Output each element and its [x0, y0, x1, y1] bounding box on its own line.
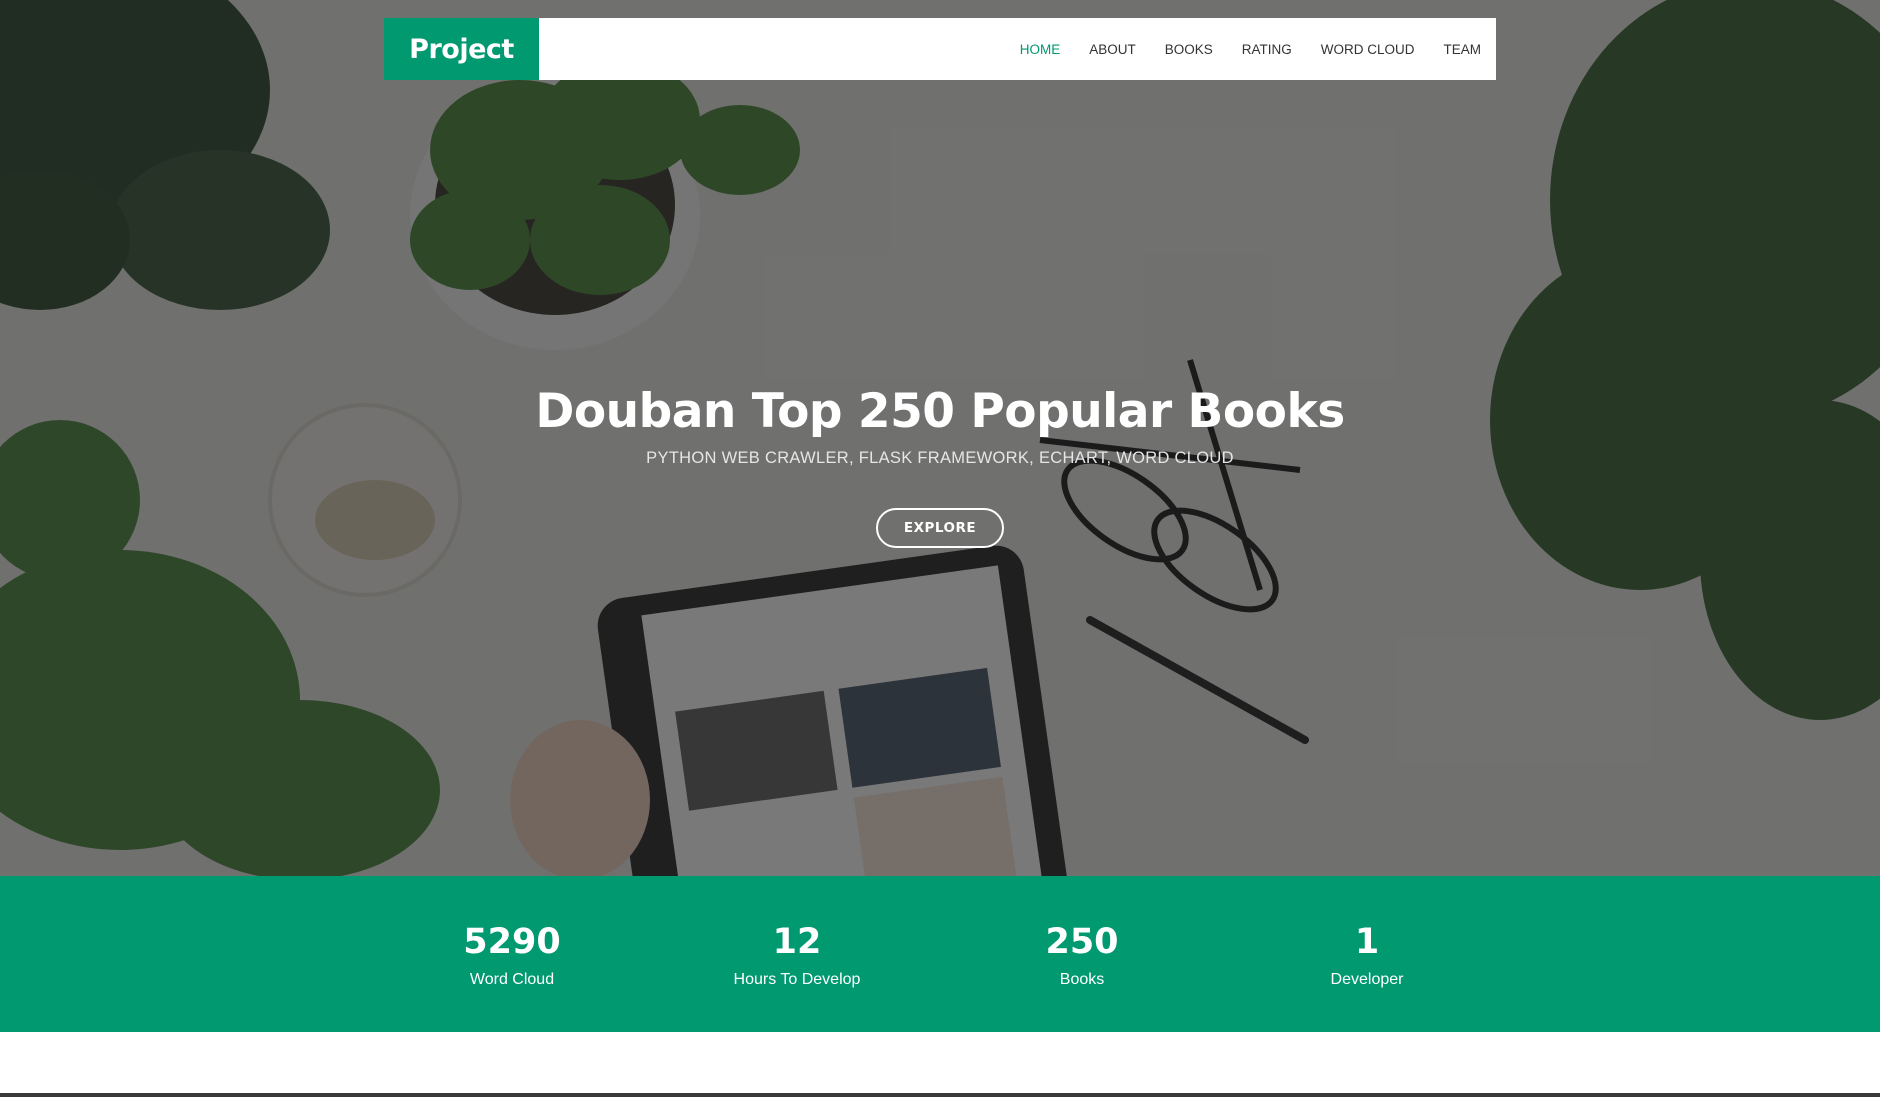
stat-number: 12: [772, 922, 822, 962]
stat-hours-to-develop: 12 Hours To Develop: [687, 922, 907, 989]
stat-developer: 1 Developer: [1257, 922, 1477, 989]
brand-logo[interactable]: Project: [384, 18, 539, 80]
stat-word-cloud: 5290 Word Cloud: [402, 922, 622, 989]
stat-label: Hours To Develop: [733, 971, 861, 988]
hero-section: Douban Top 250 Popular Books PYTHON WEB …: [0, 0, 1880, 876]
stat-label: Word Cloud: [469, 971, 555, 988]
nav-item-team[interactable]: TEAM: [1443, 42, 1481, 57]
hero-subtitle: PYTHON WEB CRAWLER, FLASK FRAMEWORK, ECH…: [646, 449, 1234, 467]
stat-number: 1: [1354, 922, 1380, 962]
stat-number: 5290: [463, 922, 561, 962]
stat-label: Books: [1059, 971, 1105, 988]
nav-item-about[interactable]: ABOUT: [1089, 42, 1136, 57]
stat-label: Developer: [1330, 971, 1404, 988]
hero-content: Douban Top 250 Popular Books PYTHON WEB …: [0, 382, 1880, 548]
top-navbar: Project HOME ABOUT BOOKS RATING WORD CLO…: [384, 18, 1496, 80]
hero-title: Douban Top 250 Popular Books: [535, 384, 1345, 439]
nav-item-home[interactable]: HOME: [1020, 42, 1061, 57]
explore-button[interactable]: EXPLORE: [875, 508, 1005, 548]
nav-menu: HOME ABOUT BOOKS RATING WORD CLOUD TEAM: [991, 42, 1496, 57]
stat-books: 250 Books: [972, 922, 1192, 989]
nav-item-word-cloud[interactable]: WORD CLOUD: [1321, 42, 1415, 57]
page-bottom-divider: [0, 1093, 1880, 1097]
nav-item-books[interactable]: BOOKS: [1165, 42, 1213, 57]
stats-band: 5290 Word Cloud 12 Hours To Develop 250 …: [0, 876, 1880, 1032]
nav-item-rating[interactable]: RATING: [1242, 42, 1292, 57]
stat-number: 250: [1045, 922, 1119, 962]
